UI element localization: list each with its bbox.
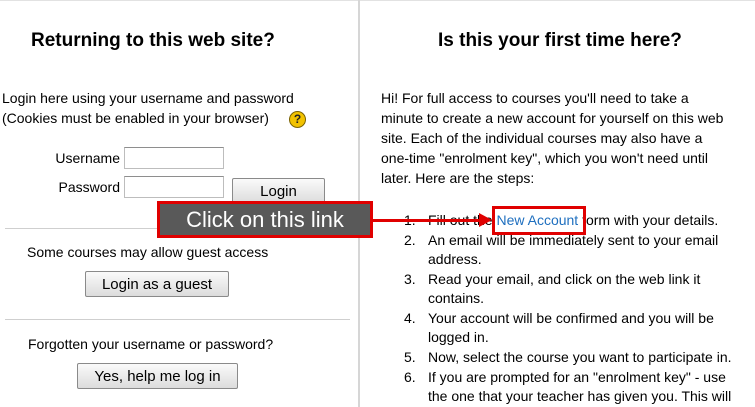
para-line: one-time "enrolment key", which you won'… <box>381 150 709 166</box>
step-text: If you are prompted for an "enrolment ke… <box>428 369 726 385</box>
step-2: 2. An email will be immediately sent to … <box>404 231 732 269</box>
username-label: Username <box>55 150 120 166</box>
step-number: 3. <box>404 271 416 287</box>
step-text: form with your details. <box>578 212 719 228</box>
login-intro-line2: (Cookies must be enabled in your browser… <box>2 110 269 126</box>
step-number: 5. <box>404 349 416 365</box>
para-line: Hi! For full access to courses you'll ne… <box>381 90 689 106</box>
username-input[interactable] <box>124 147 224 169</box>
step-number: 2. <box>404 232 416 248</box>
signup-paragraph: Hi! For full access to courses you'll ne… <box>381 88 723 188</box>
step-text: contains. <box>428 290 485 306</box>
login-intro-line1: Login here using your username and passw… <box>2 90 294 106</box>
step-number: 6. <box>404 369 416 385</box>
callout-arrow-head-icon <box>479 213 492 227</box>
signup-heading: Is this your first time here? <box>438 30 682 51</box>
help-me-log-in-button[interactable]: Yes, help me log in <box>77 363 238 389</box>
step-number: 4. <box>404 310 416 326</box>
step-text: address. <box>428 251 482 267</box>
login-as-guest-button[interactable]: Login as a guest <box>85 271 229 297</box>
callout-arrow-line <box>373 219 483 222</box>
step-6: 6. If you are prompted for an "enrolment… <box>404 368 732 406</box>
help-icon[interactable]: ? <box>289 111 306 128</box>
step-text: Read your email, and click on the web li… <box>428 271 701 287</box>
step-4: 4. Your account will be confirmed and yo… <box>404 309 732 347</box>
para-line: later. Here are the steps: <box>381 170 535 186</box>
step-text: Your account will be confirmed and you w… <box>428 310 714 326</box>
step-text: Now, select the course you want to parti… <box>428 349 732 365</box>
forgot-text: Forgotten your username or password? <box>28 336 274 352</box>
section-divider-2 <box>5 319 350 320</box>
para-line: minute to create a new account for yours… <box>381 110 724 126</box>
step-5: 5. Now, select the course you want to pa… <box>404 348 732 367</box>
new-account-highlight-box <box>492 206 586 235</box>
step-text: logged in. <box>428 329 489 345</box>
login-heading: Returning to this web site? <box>31 30 275 51</box>
password-label: Password <box>58 179 120 195</box>
password-input[interactable] <box>124 176 224 198</box>
para-line: site. Each of the individual courses may… <box>381 130 703 146</box>
step-3: 3. Read your email, and click on the web… <box>404 270 732 308</box>
step-text: the one that your teacher has given you.… <box>428 388 732 404</box>
steps-list: 1. Fill out the New Account form with yo… <box>404 211 732 407</box>
guest-text: Some courses may allow guest access <box>27 244 269 260</box>
callout-label: Click on this link <box>157 201 373 238</box>
